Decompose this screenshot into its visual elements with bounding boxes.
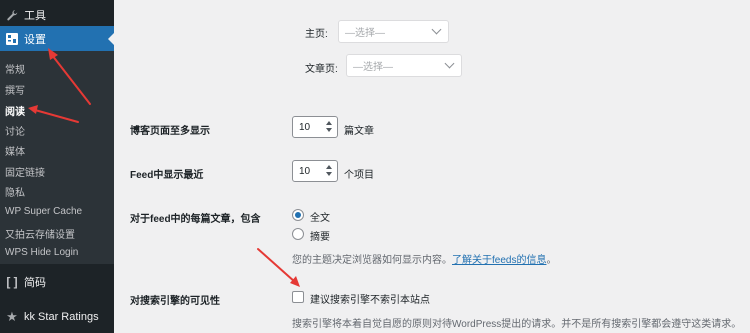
blog-pages-input[interactable]: 10 bbox=[292, 116, 338, 138]
blog-pages-suffix: 篇文章 bbox=[344, 126, 374, 137]
theme-desc-text: 您的主题决定浏览器如何显示内容。 bbox=[292, 255, 452, 266]
spinner-icon[interactable] bbox=[326, 121, 333, 133]
menu-shortcodes[interactable]: [ ] 简码 bbox=[0, 272, 114, 292]
submenu-writing[interactable]: 撰写 bbox=[5, 82, 25, 97]
reading-settings-main: 主页: —选择— 文章页: —选择— 博客页面至多显示 10 篇文章 Feed中… bbox=[114, 0, 750, 333]
postspage-label: 文章页: bbox=[305, 64, 338, 75]
admin-sidebar: 工具 设置 常规 撰写 阅读 讨论 媒体 固定链接 隐私 WP Super Ca… bbox=[0, 0, 114, 333]
blog-pages-value: 10 bbox=[299, 121, 311, 133]
feed-include-label: 对于feed中的每篇文章，包含 bbox=[130, 214, 261, 225]
menu-tools-label: 工具 bbox=[24, 10, 46, 22]
submenu-reading[interactable]: 阅读 bbox=[5, 103, 25, 118]
radio-summary[interactable] bbox=[292, 228, 304, 240]
radio-full-text-label: 全文 bbox=[310, 213, 330, 224]
shortcode-icon: [ ] bbox=[6, 275, 18, 289]
feed-recent-suffix: 个项目 bbox=[344, 170, 374, 181]
feed-recent-value: 10 bbox=[299, 165, 311, 177]
feeds-link-tail: 。 bbox=[546, 255, 557, 266]
submenu-privacy[interactable]: 隐私 bbox=[5, 184, 25, 199]
menu-kk-star-label: kk Star Ratings bbox=[24, 311, 99, 323]
homepage-select[interactable]: —选择— bbox=[338, 20, 449, 43]
submenu-discussion[interactable]: 讨论 bbox=[5, 123, 25, 138]
menu-tools[interactable]: 工具 bbox=[0, 5, 114, 25]
submenu-wp-super-cache[interactable]: WP Super Cache bbox=[5, 206, 82, 217]
postspage-select[interactable]: —选择— bbox=[346, 54, 462, 77]
settings-icon bbox=[5, 32, 19, 46]
star-icon: ★ bbox=[6, 309, 18, 324]
postspage-select-value: —选择— bbox=[353, 62, 393, 73]
search-visibility-label: 对搜索引擎的可见性 bbox=[130, 296, 220, 307]
feed-recent-input[interactable]: 10 bbox=[292, 160, 338, 182]
chevron-down-icon bbox=[444, 58, 455, 69]
homepage-label: 主页: bbox=[305, 29, 328, 40]
submenu-wps-hide-login[interactable]: WPS Hide Login bbox=[5, 247, 78, 258]
homepage-select-value: —选择— bbox=[345, 28, 385, 39]
blog-pages-label: 博客页面至多显示 bbox=[130, 126, 210, 137]
submenu-general[interactable]: 常规 bbox=[5, 61, 25, 76]
submenu-permalinks[interactable]: 固定链接 bbox=[5, 164, 45, 179]
menu-settings[interactable]: 设置 bbox=[0, 26, 114, 51]
submenu-upyun-storage[interactable]: 又拍云存储设置 bbox=[5, 226, 75, 241]
search-visibility-description: 搜索引擎将本着自觉自愿的原则对待WordPress提出的请求。并不是所有搜索引擎… bbox=[292, 319, 742, 330]
menu-shortcodes-label: 简码 bbox=[24, 277, 46, 289]
spinner-icon[interactable] bbox=[326, 165, 333, 177]
chevron-down-icon bbox=[431, 24, 442, 35]
settings-submenu: 常规 撰写 阅读 讨论 媒体 固定链接 隐私 WP Super Cache 又拍… bbox=[0, 51, 114, 264]
feed-description: 您的主题决定浏览器如何显示内容。了解关于feeds的信息。 bbox=[292, 251, 556, 266]
discourage-search-checkbox[interactable] bbox=[292, 291, 304, 303]
radio-full-text[interactable] bbox=[292, 209, 304, 221]
radio-summary-label: 摘要 bbox=[310, 232, 330, 243]
feed-recent-label: Feed中显示最近 bbox=[130, 170, 204, 181]
menu-kk-star-ratings[interactable]: ★ kk Star Ratings bbox=[0, 307, 114, 327]
discourage-search-label: 建议搜索引擎不索引本站点 bbox=[310, 295, 430, 306]
feeds-info-link[interactable]: 了解关于feeds的信息 bbox=[452, 255, 546, 266]
submenu-media[interactable]: 媒体 bbox=[5, 143, 25, 158]
menu-settings-label: 设置 bbox=[24, 33, 46, 46]
wrench-icon bbox=[5, 8, 19, 22]
